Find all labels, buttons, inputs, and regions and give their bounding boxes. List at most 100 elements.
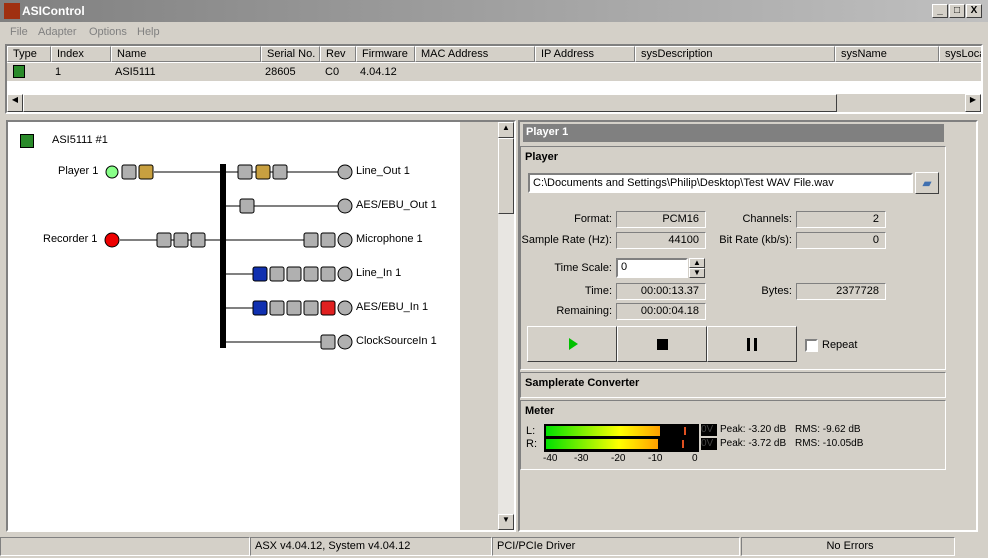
- play-icon: [569, 338, 578, 350]
- input-connector-icon: [337, 266, 353, 282]
- player-header: Player 1: [523, 124, 944, 142]
- col-sysdescription[interactable]: sysDescription: [635, 46, 835, 62]
- repeat-checkbox[interactable]: [805, 339, 818, 352]
- app-logo-icon: [4, 3, 20, 19]
- play-button[interactable]: [527, 326, 617, 362]
- minimize-button[interactable]: _: [932, 4, 948, 18]
- scale-tick: -30: [574, 453, 589, 464]
- scroll-up-button[interactable]: ▲: [498, 122, 514, 138]
- recorder-node[interactable]: Recorder 1: [43, 233, 97, 245]
- col-firmware[interactable]: Firmware: [356, 46, 415, 62]
- eq-icon: [252, 300, 268, 316]
- scale-tick: -40: [543, 453, 558, 464]
- col-name[interactable]: Name: [111, 46, 261, 62]
- input-connector-icon: [337, 300, 353, 316]
- scroll-thumb[interactable]: [498, 138, 514, 214]
- meter-l-label: L:: [526, 425, 536, 437]
- player-title: Player: [525, 151, 559, 163]
- bytes-label: Bytes:: [761, 285, 792, 297]
- meter-icon: [138, 164, 154, 180]
- col-ip[interactable]: IP Address: [535, 46, 635, 62]
- aes-out-node[interactable]: AES/EBU_Out 1: [356, 199, 437, 211]
- output-connector-icon: [337, 198, 353, 214]
- stop-button[interactable]: [617, 326, 707, 362]
- samplerate-value: 44100: [616, 232, 706, 249]
- microphone-node[interactable]: Microphone 1: [356, 233, 423, 245]
- peak-marker-right: [682, 440, 685, 448]
- stop-icon: [657, 339, 668, 350]
- scale-tick: -10: [648, 453, 663, 464]
- timescale-down-button[interactable]: ▼: [689, 268, 705, 278]
- col-serial[interactable]: Serial No.: [261, 46, 320, 62]
- meter-r-label: R:: [526, 438, 537, 450]
- col-rev[interactable]: Rev: [320, 46, 356, 62]
- cell-serial: 28605: [265, 66, 296, 78]
- format-label: Format:: [574, 213, 612, 225]
- line-in-node[interactable]: Line_In 1: [356, 267, 401, 279]
- close-button[interactable]: X: [966, 4, 982, 18]
- remaining-label: Remaining:: [556, 305, 612, 317]
- overload-indicator-left: 0V: [701, 424, 717, 436]
- timescale-label: Time Scale:: [554, 262, 612, 274]
- input-connector-icon: [337, 334, 353, 350]
- level-icon: [173, 232, 189, 248]
- col-sysname[interactable]: sysName: [835, 46, 939, 62]
- pause-button[interactable]: [707, 326, 797, 362]
- scroll-left-button[interactable]: ◀: [7, 94, 23, 112]
- meter-bar-right: [546, 439, 659, 449]
- rms-right: RMS: -10.05dB: [795, 438, 864, 449]
- overload-indicator-right: 0V: [701, 438, 717, 450]
- maximize-button[interactable]: □: [949, 4, 965, 18]
- player-node[interactable]: Player 1: [58, 165, 98, 177]
- horizontal-scrollbar[interactable]: ◀ ▶: [7, 94, 981, 112]
- window-title: ASIControl: [22, 4, 85, 18]
- mixer-icon: [269, 266, 285, 282]
- scroll-down-button[interactable]: ▼: [498, 514, 514, 530]
- col-index[interactable]: Index: [51, 46, 111, 62]
- time-label: Time:: [584, 285, 612, 297]
- timescale-input[interactable]: 0: [616, 258, 688, 278]
- mixer-sum-icon: [237, 164, 253, 180]
- scroll-thumb[interactable]: [23, 94, 837, 112]
- meter-title: Meter: [525, 405, 555, 417]
- peak-right: Peak: -3.72 dB: [720, 438, 787, 449]
- menu-file[interactable]: File: [10, 26, 28, 38]
- menu-help[interactable]: Help: [137, 26, 160, 38]
- table-row[interactable]: 1 ASI5111 28605 C0 4.04.12: [7, 63, 981, 81]
- status-driver: PCI/PCIe Driver: [492, 537, 740, 556]
- vertical-scrollbar[interactable]: ▲ ▼: [498, 122, 514, 530]
- col-mac[interactable]: MAC Address: [415, 46, 535, 62]
- aes-in-node[interactable]: AES/EBU_In 1: [356, 301, 428, 313]
- open-file-button[interactable]: ▰: [915, 172, 939, 194]
- record-icon: [104, 232, 120, 248]
- channels-value: 2: [796, 211, 886, 228]
- aes-icon: [239, 198, 255, 214]
- clock-source-node[interactable]: ClockSourceIn 1: [356, 335, 437, 347]
- repeat-label: Repeat: [822, 339, 858, 351]
- timescale-up-button[interactable]: ▲: [689, 258, 705, 268]
- col-syslocation[interactable]: sysLocat: [939, 46, 981, 62]
- remaining-value: 00:00:04.18: [616, 303, 706, 320]
- line-out-node[interactable]: Line_Out 1: [356, 165, 410, 177]
- col-type[interactable]: Type: [7, 46, 51, 62]
- volume-icon: [272, 164, 288, 180]
- level-icon: [286, 300, 302, 316]
- title-bar: ASIControl _ □ X: [0, 0, 988, 22]
- scroll-right-button[interactable]: ▶: [965, 94, 981, 112]
- samplerate-label: Sample Rate (Hz):: [521, 234, 612, 246]
- mixer-icon: [269, 300, 285, 316]
- bitrate-value: 0: [796, 232, 886, 249]
- mic-gain-icon: [303, 232, 319, 248]
- file-path-input[interactable]: C:\Documents and Settings\Philip\Desktop…: [528, 173, 913, 193]
- samplerate-converter-section[interactable]: Samplerate Converter: [520, 372, 946, 398]
- clock-icon: [320, 334, 336, 350]
- mixer-bus: [220, 164, 226, 348]
- rms-left: RMS: -9.62 dB: [795, 424, 861, 435]
- src-icon: [121, 164, 137, 180]
- eq-icon: [252, 266, 268, 282]
- status-errors: No Errors: [741, 537, 955, 556]
- menu-adapter[interactable]: Adapter: [38, 26, 77, 38]
- pause-icon: [747, 338, 757, 351]
- menu-options[interactable]: Options: [89, 26, 127, 38]
- output-connector-icon: [337, 164, 353, 180]
